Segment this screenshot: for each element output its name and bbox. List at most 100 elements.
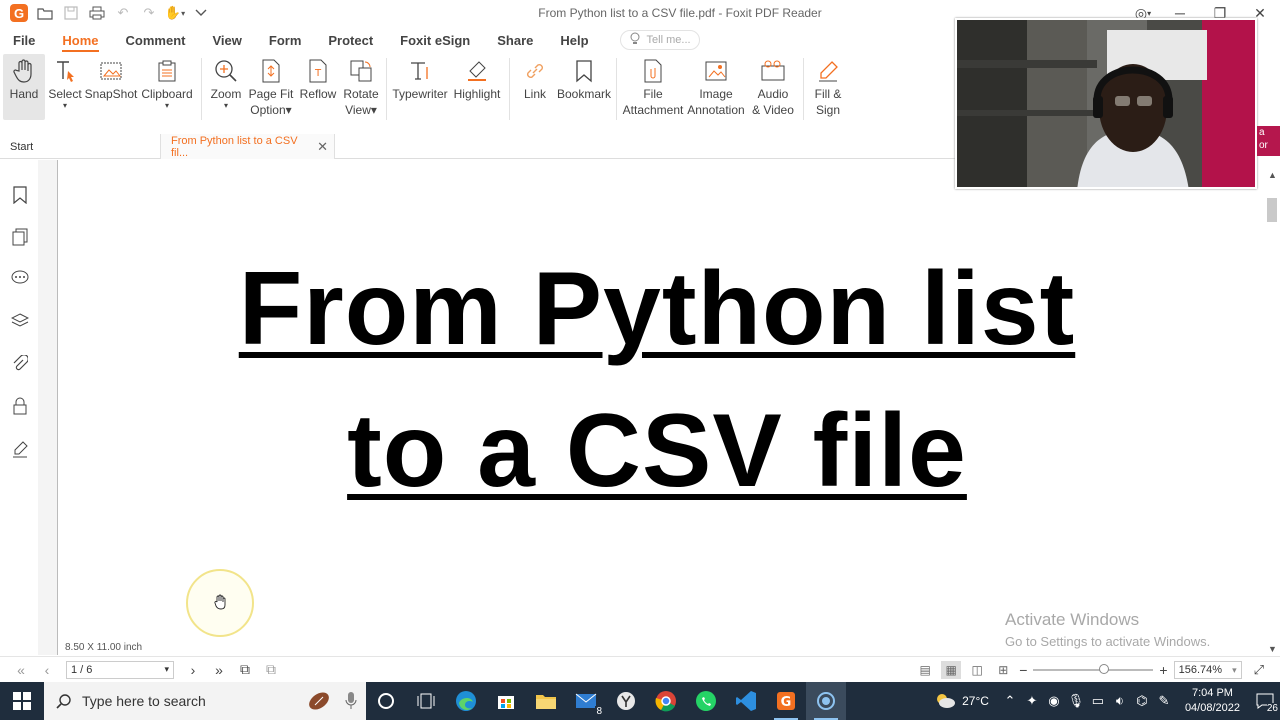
tab-start[interactable]: Start (0, 134, 161, 159)
rotate-view-button[interactable]: Rotate View▾ (340, 54, 382, 118)
copy-page-icon[interactable]: ⧉ (232, 661, 258, 678)
print-icon[interactable] (84, 2, 110, 24)
menu-home[interactable]: Home (62, 33, 99, 52)
audio-video-button[interactable]: Audio & Video (747, 54, 799, 118)
clipboard-button[interactable]: Clipboard ▾ (137, 54, 197, 110)
menu-comment[interactable]: Comment (126, 33, 186, 48)
bookmark-button[interactable]: Bookmark (556, 54, 612, 102)
single-page-view-icon[interactable]: ▤ (915, 661, 935, 679)
tab-close-icon[interactable]: ✕ (317, 139, 328, 155)
next-page-icon[interactable]: › (180, 662, 206, 678)
menu-file[interactable]: File (13, 33, 35, 48)
first-page-icon[interactable]: « (8, 662, 34, 678)
clock-time: 7:04 PM (1191, 687, 1233, 699)
foxit-reader-taskbar-icon[interactable]: G (766, 682, 806, 720)
weather-cloud-icon[interactable] (934, 692, 956, 711)
network-icon[interactable]: ⌬ (1131, 693, 1153, 709)
svg-text:T: T (314, 68, 322, 79)
weather-temperature[interactable]: 27°C (962, 694, 989, 708)
page-number-input[interactable]: 1 / 6 ▾ (66, 660, 174, 679)
last-page-icon[interactable]: » (206, 662, 232, 678)
edge-browser-icon[interactable] (446, 682, 486, 720)
scroll-up-arrow-icon[interactable]: ▲ (1268, 170, 1277, 180)
paste-page-icon[interactable]: ⧉ (258, 661, 284, 678)
zoom-out-icon[interactable]: − (1019, 662, 1027, 678)
microphone-tray-icon[interactable]: 🎙︎ (1065, 693, 1087, 709)
fill-sign-button[interactable]: Fill & Sign (808, 54, 848, 118)
facing-view-icon[interactable]: ◫ (967, 661, 987, 679)
cortana-icon[interactable] (366, 682, 406, 720)
page-dropdown-icon[interactable]: ▾ (164, 664, 169, 675)
save-icon[interactable] (58, 2, 84, 24)
webcam-tray-icon[interactable]: ◉ (1043, 693, 1065, 709)
notification-center-button[interactable]: 26 (1250, 682, 1280, 720)
zoom-button[interactable]: Zoom ▾ (206, 54, 246, 110)
pen-ink-icon[interactable]: ✎ (1153, 693, 1175, 709)
open-folder-icon[interactable] (32, 2, 58, 24)
hand-tool-button[interactable]: Hand (3, 54, 45, 120)
mail-icon[interactable]: 8 (566, 682, 606, 720)
comments-panel-icon[interactable] (10, 268, 30, 288)
layers-panel-icon[interactable] (10, 311, 30, 331)
zoom-slider-knob[interactable] (1099, 664, 1110, 674)
zoom-level-select[interactable]: 156.74% ▾ (1173, 661, 1242, 679)
cursor-highlight (186, 569, 254, 637)
ribbon-toolbar: Hand Select ▾ SnapShot Clipboard ▾ Zoom … (0, 54, 960, 124)
attachments-panel-icon[interactable] (10, 354, 30, 374)
tell-me-search[interactable]: Tell me... (619, 30, 700, 50)
show-hidden-icons-chevron-icon[interactable]: ⌃ (999, 693, 1021, 709)
system-tray-app-icon[interactable]: ✦ (1021, 693, 1043, 709)
windows-start-button[interactable] (0, 682, 44, 720)
battery-icon[interactable]: ▭ (1087, 693, 1109, 709)
taskbar-search-box[interactable]: Type here to search (44, 682, 366, 720)
pages-panel-icon[interactable] (10, 227, 30, 247)
full-screen-icon[interactable]: ⤢ (1254, 662, 1264, 678)
image-annotation-button[interactable]: Image Annotation (685, 54, 747, 118)
taskbar-clock[interactable]: 7:04 PM 04/08/2022 (1185, 686, 1240, 716)
typewriter-button[interactable]: Typewriter (391, 54, 449, 102)
recording-app-icon[interactable] (806, 682, 846, 720)
whatsapp-icon[interactable] (686, 682, 726, 720)
hand-tool-dropdown-icon[interactable]: ✋ ▾ (162, 2, 188, 24)
continuous-view-icon[interactable]: ▦ (941, 661, 962, 679)
task-view-icon[interactable] (406, 682, 446, 720)
customize-toolbar-chevron-icon[interactable] (188, 2, 214, 24)
redo-icon[interactable]: ↷ (136, 2, 162, 24)
scroll-down-arrow-icon[interactable]: ▼ (1268, 644, 1277, 654)
snapshot-label: SnapShot (84, 87, 138, 101)
zoom-slider[interactable] (1033, 664, 1154, 674)
vscode-icon[interactable] (726, 682, 766, 720)
volume-icon[interactable]: 🔉︎ (1109, 693, 1131, 709)
yandex-app-icon[interactable] (606, 682, 646, 720)
menu-help[interactable]: Help (560, 33, 588, 48)
bookmarks-panel-icon[interactable] (10, 185, 30, 205)
file-attachment-button[interactable]: File Attachment (621, 54, 685, 118)
activate-windows-watermark: Activate Windows Go to Settings to activ… (1005, 610, 1210, 649)
menu-protect[interactable]: Protect (328, 33, 373, 48)
page-fit-option-button[interactable]: Page Fit Option▾ (246, 54, 296, 118)
webcam-video-image (957, 20, 1255, 187)
scrollbar-thumb[interactable] (1267, 198, 1277, 222)
microsoft-store-icon[interactable] (486, 682, 526, 720)
reflow-button[interactable]: T Reflow (296, 54, 340, 102)
signature-panel-icon[interactable] (10, 439, 30, 459)
file-explorer-icon[interactable] (526, 682, 566, 720)
microphone-icon[interactable] (344, 691, 358, 714)
menu-foxit-esign[interactable]: Foxit eSign (400, 33, 470, 48)
undo-icon[interactable]: ↶ (110, 2, 136, 24)
menu-form[interactable]: Form (269, 33, 302, 48)
link-button[interactable]: Link (514, 54, 556, 102)
tab-document[interactable]: From Python list to a CSV fil... ✕ (161, 134, 335, 159)
select-tool-button[interactable]: Select ▾ (45, 54, 85, 110)
snapshot-button[interactable]: SnapShot (85, 54, 137, 102)
chrome-icon[interactable] (646, 682, 686, 720)
app-logo[interactable]: G (6, 2, 32, 24)
zoom-in-icon[interactable]: + (1159, 662, 1167, 678)
previous-page-icon[interactable]: ‹ (34, 662, 60, 678)
menu-share[interactable]: Share (497, 33, 533, 48)
menu-view[interactable]: View (212, 33, 241, 48)
continuous-facing-view-icon[interactable]: ⊞ (993, 661, 1013, 679)
vertical-scrollbar[interactable]: ▲ ▼ (1264, 160, 1280, 655)
security-panel-icon[interactable] (10, 396, 30, 416)
highlight-button[interactable]: Highlight (449, 54, 505, 102)
